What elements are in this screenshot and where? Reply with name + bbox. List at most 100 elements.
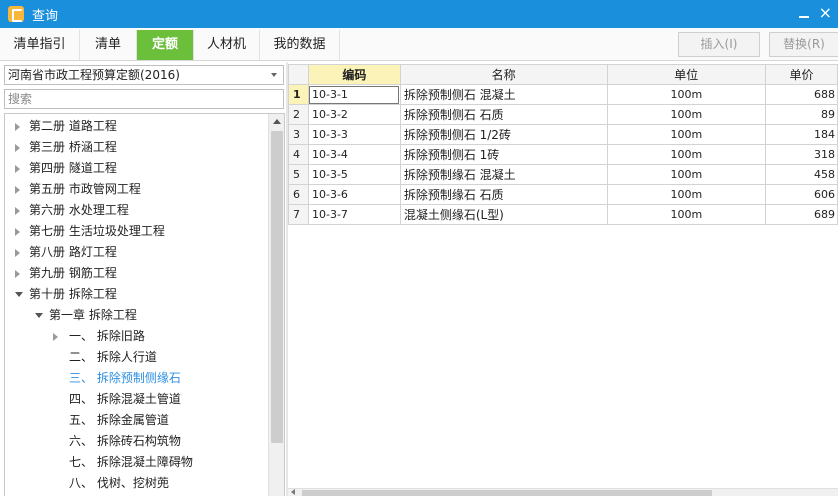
tab-bill-guide[interactable]: 清单指引 xyxy=(0,30,80,60)
table-row[interactable]: 7 10-3-7 混凝土侧缘石(L型) 100m 689 xyxy=(288,204,838,225)
name-cell[interactable]: 混凝土侧缘石(L型) xyxy=(399,204,608,225)
tree-item-label: 一、 拆除旧路 xyxy=(69,329,145,343)
replace-button[interactable]: 替换(R) xyxy=(769,32,838,57)
code-cell[interactable]: 10-3-7 xyxy=(307,204,401,225)
price-cell[interactable]: 458 xyxy=(765,164,838,185)
collapse-arrow-icon[interactable] xyxy=(15,123,20,131)
row-number-cell[interactable]: 3 xyxy=(288,124,309,145)
search-input[interactable] xyxy=(4,89,284,109)
code-cell[interactable]: 10-3-6 xyxy=(307,184,401,205)
price-cell[interactable]: 606 xyxy=(765,184,838,205)
column-header-name[interactable]: 名称 xyxy=(399,64,608,85)
close-icon[interactable]: × xyxy=(819,4,832,22)
name-cell[interactable]: 拆除预制侧石 混凝土 xyxy=(399,84,608,105)
unit-cell[interactable]: 100m xyxy=(606,104,767,125)
grid-horizontal-scrollbar[interactable] xyxy=(288,488,838,496)
tree-item[interactable]: 第四册 隧道工程 xyxy=(5,158,267,179)
tree-item[interactable]: 第九册 钢筋工程 xyxy=(5,263,267,284)
code-cell[interactable]: 10-3-2 xyxy=(307,104,401,125)
row-number-cell[interactable]: 1 xyxy=(288,84,309,105)
unit-cell[interactable]: 100m xyxy=(606,144,767,165)
unit-cell[interactable]: 100m xyxy=(606,204,767,225)
table-row[interactable]: 2 10-3-2 拆除预制侧石 石质 100m 89 xyxy=(288,104,838,125)
tab-quota[interactable]: 定额 xyxy=(137,30,194,60)
column-header-code[interactable]: 编码 xyxy=(307,64,401,85)
tree-item[interactable]: 第八册 路灯工程 xyxy=(5,242,267,263)
tree-item-label: 第五册 市政管网工程 xyxy=(29,182,141,196)
insert-button[interactable]: 插入(I) xyxy=(678,32,760,57)
collapse-arrow-icon[interactable] xyxy=(15,165,20,173)
minimize-icon[interactable] xyxy=(796,6,812,22)
name-cell[interactable]: 拆除预制侧石 石质 xyxy=(399,104,608,125)
code-cell[interactable]: 10-3-5 xyxy=(307,164,401,185)
column-header-price[interactable]: 单价 xyxy=(765,64,838,85)
tree-item[interactable]: 三、 拆除预制侧缘石 xyxy=(5,368,267,389)
tree-item[interactable]: 第六册 水处理工程 xyxy=(5,200,267,221)
scrollbar-thumb[interactable] xyxy=(271,131,283,443)
tree-item-label: 第七册 生活垃圾处理工程 xyxy=(29,224,165,238)
tree-item[interactable]: 第三册 桥涵工程 xyxy=(5,137,267,158)
code-cell[interactable]: 10-3-1 xyxy=(307,84,401,105)
tree-item[interactable]: 七、 拆除混凝土障碍物 xyxy=(5,452,267,473)
price-cell[interactable]: 688 xyxy=(765,84,838,105)
tree-item[interactable]: 四、 拆除混凝土管道 xyxy=(5,389,267,410)
table-row[interactable]: 6 10-3-6 拆除预制缘石 石质 100m 606 xyxy=(288,184,838,205)
tree-item[interactable]: 一、 拆除旧路 xyxy=(5,326,267,347)
column-header-unit[interactable]: 单位 xyxy=(606,64,767,85)
price-cell[interactable]: 89 xyxy=(765,104,838,125)
row-number-cell[interactable]: 2 xyxy=(288,104,309,125)
tree-item-label: 第六册 水处理工程 xyxy=(29,203,129,217)
collapse-arrow-icon[interactable] xyxy=(53,333,58,341)
tree-item[interactable]: 五、 拆除金属管道 xyxy=(5,410,267,431)
expand-arrow-icon[interactable] xyxy=(35,313,43,318)
unit-cell[interactable]: 100m xyxy=(606,84,767,105)
name-cell[interactable]: 拆除预制缘石 石质 xyxy=(399,184,608,205)
scroll-left-icon[interactable] xyxy=(291,489,295,495)
row-number-cell[interactable]: 7 xyxy=(288,204,309,225)
row-number-header xyxy=(288,64,309,85)
table-row[interactable]: 1 10-3-1 拆除预制侧石 混凝土 100m 688 xyxy=(288,84,838,105)
table-row[interactable]: 4 10-3-4 拆除预制侧石 1砖 100m 318 xyxy=(288,144,838,165)
scroll-up-icon[interactable] xyxy=(269,114,284,130)
table-row[interactable]: 5 10-3-5 拆除预制缘石 混凝土 100m 458 xyxy=(288,164,838,185)
collapse-arrow-icon[interactable] xyxy=(15,207,20,215)
table-row[interactable]: 3 10-3-3 拆除预制侧石 1/2砖 100m 184 xyxy=(288,124,838,145)
chevron-down-icon xyxy=(271,73,277,77)
tree-item[interactable]: 六、 拆除砖石构筑物 xyxy=(5,431,267,452)
app-logo-icon xyxy=(8,6,24,22)
tree-item[interactable]: 第十册 拆除工程 xyxy=(5,284,267,305)
quota-library-select[interactable]: 河南省市政工程预算定额(2016) xyxy=(4,65,284,85)
scrollbar-thumb[interactable] xyxy=(302,490,712,496)
collapse-arrow-icon[interactable] xyxy=(15,144,20,152)
tree-item[interactable]: 第一章 拆除工程 xyxy=(5,305,267,326)
title-bar: 查询 × xyxy=(0,0,838,28)
code-cell[interactable]: 10-3-4 xyxy=(307,144,401,165)
row-number-cell[interactable]: 6 xyxy=(288,184,309,205)
tree-item[interactable]: 第五册 市政管网工程 xyxy=(5,179,267,200)
tab-labor-material-machine[interactable]: 人材机 xyxy=(194,30,260,60)
expand-arrow-icon[interactable] xyxy=(15,292,23,297)
tab-my-data[interactable]: 我的数据 xyxy=(260,30,340,60)
name-cell[interactable]: 拆除预制缘石 混凝土 xyxy=(399,164,608,185)
row-number-cell[interactable]: 4 xyxy=(288,144,309,165)
name-cell[interactable]: 拆除预制侧石 1/2砖 xyxy=(399,124,608,145)
tree-item[interactable]: 第二册 道路工程 xyxy=(5,116,267,137)
price-cell[interactable]: 318 xyxy=(765,144,838,165)
collapse-arrow-icon[interactable] xyxy=(15,228,20,236)
code-cell[interactable]: 10-3-3 xyxy=(307,124,401,145)
unit-cell[interactable]: 100m xyxy=(606,184,767,205)
tree-item[interactable]: 八、 伐树、挖树蔸 xyxy=(5,473,267,494)
tab-bill[interactable]: 清单 xyxy=(80,30,137,60)
price-cell[interactable]: 689 xyxy=(765,204,838,225)
collapse-arrow-icon[interactable] xyxy=(15,249,20,257)
name-cell[interactable]: 拆除预制侧石 1砖 xyxy=(399,144,608,165)
collapse-arrow-icon[interactable] xyxy=(15,186,20,194)
tree-scrollbar[interactable] xyxy=(268,114,284,496)
price-cell[interactable]: 184 xyxy=(765,124,838,145)
tree-item[interactable]: 二、 拆除人行道 xyxy=(5,347,267,368)
collapse-arrow-icon[interactable] xyxy=(15,270,20,278)
unit-cell[interactable]: 100m xyxy=(606,124,767,145)
tree-item[interactable]: 第七册 生活垃圾处理工程 xyxy=(5,221,267,242)
row-number-cell[interactable]: 5 xyxy=(288,164,309,185)
unit-cell[interactable]: 100m xyxy=(606,164,767,185)
